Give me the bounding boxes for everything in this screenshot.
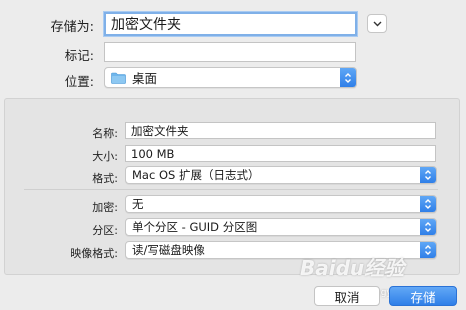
format-value: Mac OS 扩展（日志式） bbox=[132, 168, 260, 182]
chevron-down-icon bbox=[373, 21, 381, 26]
up-down-arrows-icon bbox=[425, 199, 431, 209]
size-input-value: 100 MB bbox=[131, 146, 175, 161]
encryption-label: 加密: bbox=[92, 201, 118, 214]
size-input[interactable]: 100 MB bbox=[125, 145, 436, 162]
encryption-popup[interactable]: 无 bbox=[125, 195, 437, 213]
baidu-watermark: Baidu经验 bbox=[300, 256, 405, 280]
up-down-arrows-icon bbox=[345, 72, 351, 83]
cancel-button[interactable]: 取消 bbox=[314, 286, 380, 306]
expand-dialog-button[interactable] bbox=[367, 14, 387, 33]
up-down-arrows-icon bbox=[425, 170, 431, 180]
format-popup[interactable]: Mac OS 扩展（日志式） bbox=[125, 166, 437, 184]
image-format-popup-arrows bbox=[420, 242, 436, 258]
name-label: 名称: bbox=[92, 127, 118, 140]
cancel-button-label: 取消 bbox=[334, 289, 360, 305]
location-label: 位置: bbox=[64, 74, 94, 89]
image-format-label: 映像格式: bbox=[70, 247, 118, 260]
name-input[interactable]: 加密文件夹 bbox=[125, 122, 436, 139]
format-label: 格式: bbox=[92, 172, 118, 185]
folder-icon bbox=[111, 72, 126, 84]
size-label: 大小: bbox=[92, 150, 118, 163]
format-popup-arrows bbox=[420, 167, 436, 183]
save-as-input[interactable]: 加密文件夹 bbox=[104, 12, 357, 36]
tags-input[interactable] bbox=[104, 42, 356, 62]
image-format-value: 读/写磁盘映像 bbox=[132, 243, 205, 257]
name-input-value: 加密文件夹 bbox=[131, 123, 189, 138]
tags-label: 标记: bbox=[64, 48, 94, 63]
partition-popup[interactable]: 单个分区 - GUID 分区图 bbox=[125, 218, 437, 236]
save-button[interactable]: 存储 bbox=[389, 286, 457, 306]
up-down-arrows-icon bbox=[425, 222, 431, 232]
save-as-input-value: 加密文件夹 bbox=[111, 17, 181, 33]
encryption-popup-arrows bbox=[420, 196, 436, 212]
save-as-label: 存储为: bbox=[50, 20, 94, 35]
partition-popup-arrows bbox=[420, 219, 436, 235]
partition-value: 单个分区 - GUID 分区图 bbox=[132, 220, 258, 234]
location-popup-arrows bbox=[340, 68, 356, 87]
location-popup[interactable]: 桌面 bbox=[104, 67, 357, 88]
save-button-label: 存储 bbox=[410, 289, 436, 305]
up-down-arrows-icon bbox=[425, 245, 431, 255]
partition-label: 分区: bbox=[92, 224, 118, 237]
location-value: 桌面 bbox=[132, 71, 158, 86]
encryption-value: 无 bbox=[132, 197, 144, 211]
options-divider bbox=[24, 189, 438, 190]
